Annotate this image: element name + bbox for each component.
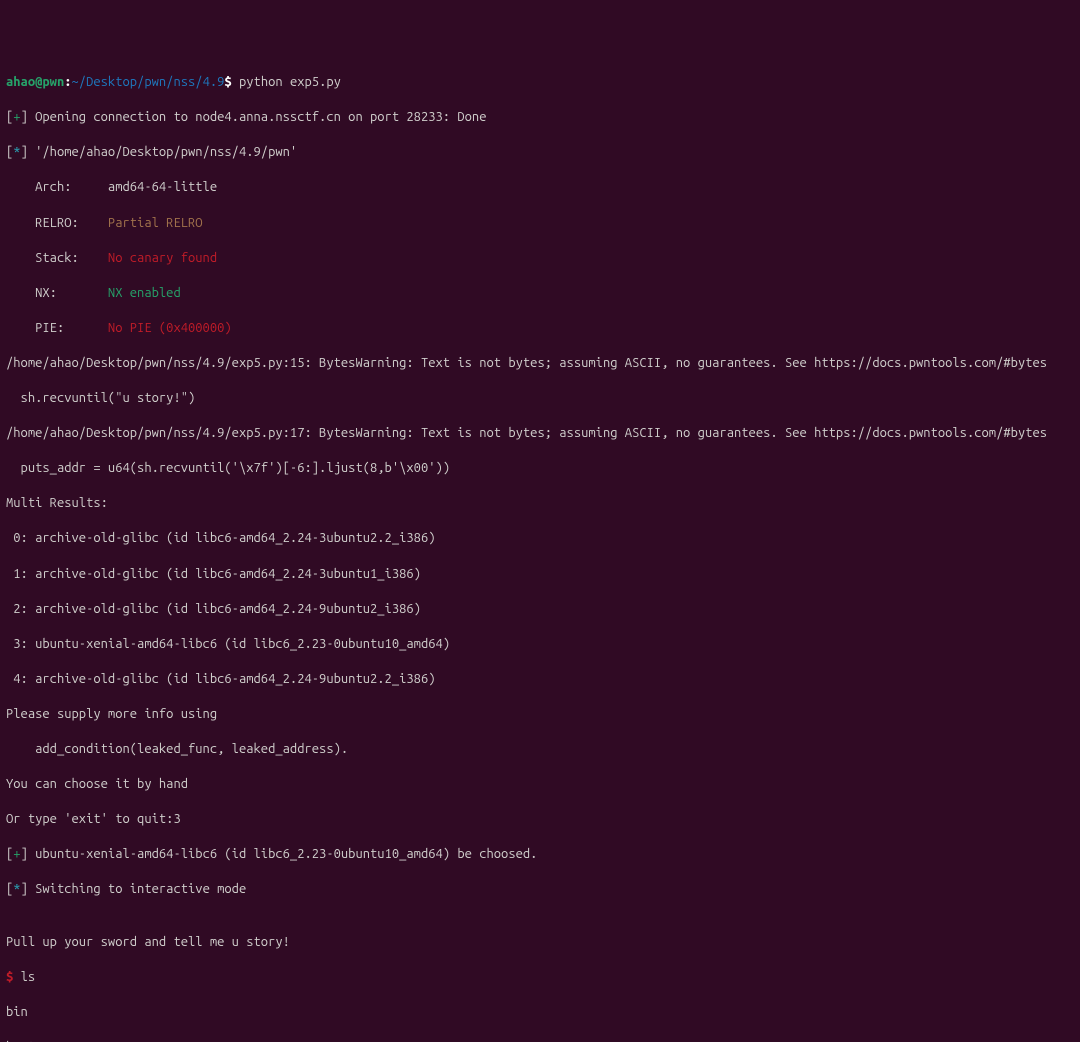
bracket-close: ] <box>21 882 36 896</box>
bracket-close: ] <box>21 847 36 861</box>
bytes-warning-1-code: sh.recvuntil("u story!") <box>6 390 1074 408</box>
plus-icon: + <box>13 847 20 861</box>
checksec-arch: Arch: amd64-64-little <box>6 179 1074 197</box>
shell-command: ls <box>21 970 36 984</box>
prompt-sep1: : <box>64 75 71 89</box>
star-icon: * <box>13 882 20 896</box>
choosed-line: [+] ubuntu-xenial-amd64-libc6 (id libc6_… <box>6 846 1074 864</box>
choosed-text: ubuntu-xenial-amd64-libc6 (id libc6_2.23… <box>35 847 537 861</box>
interactive-shell-line[interactable]: $ ls <box>6 969 1074 987</box>
bracket-open: [ <box>6 847 13 861</box>
result-row: 3: ubuntu-xenial-amd64-libc6 (id libc6_2… <box>6 636 1074 654</box>
ls-output-item: boot <box>6 1039 1074 1042</box>
bracket-close: ] <box>21 145 36 159</box>
multi-results-header: Multi Results: <box>6 495 1074 513</box>
bytes-warning-2-code: puts_addr = u64(sh.recvuntil('\x7f')[-6:… <box>6 460 1074 478</box>
switching-text: Switching to interactive mode <box>35 882 246 896</box>
arch-label: Arch: <box>6 180 108 194</box>
user-host: ahao@pwn <box>6 75 64 89</box>
stack-label: Stack: <box>6 251 108 265</box>
checksec-relro: RELRO: Partial RELRO <box>6 215 1074 233</box>
relro-label: RELRO: <box>6 216 108 230</box>
plus-icon: + <box>13 110 20 124</box>
bracket-open: [ <box>6 882 13 896</box>
pie-value: No PIE (0x400000) <box>108 321 232 335</box>
dollar-prompt: $ <box>6 970 13 984</box>
ls-output-item: bin <box>6 1004 1074 1022</box>
stack-value: No canary found <box>108 251 217 265</box>
binary-path: '/home/ahao/Desktop/pwn/nss/4.9/pwn' <box>35 145 297 159</box>
star-icon: * <box>13 145 20 159</box>
entered-command: python exp5.py <box>239 75 341 89</box>
supply-info-2: add_condition(leaked_func, leaked_addres… <box>6 741 1074 759</box>
switching-line: [*] Switching to interactive mode <box>6 881 1074 899</box>
story-prompt: Pull up your sword and tell me u story! <box>6 934 1074 952</box>
relro-value: Partial RELRO <box>108 216 203 230</box>
nx-value: NX enabled <box>108 286 181 300</box>
bytes-warning-2: /home/ahao/Desktop/pwn/nss/4.9/exp5.py:1… <box>6 425 1074 443</box>
shell-sep <box>13 970 20 984</box>
checksec-pie: PIE: No PIE (0x400000) <box>6 320 1074 338</box>
cwd-path: ~/Desktop/pwn/nss/4.9 <box>72 75 225 89</box>
binary-path-line: [*] '/home/ahao/Desktop/pwn/nss/4.9/pwn' <box>6 144 1074 162</box>
bytes-warning-1: /home/ahao/Desktop/pwn/nss/4.9/exp5.py:1… <box>6 355 1074 373</box>
connection-text: Opening connection to node4.anna.nssctf.… <box>35 110 486 124</box>
prompt-sep2: $ <box>224 75 239 89</box>
arch-value: amd64-64-little <box>108 180 217 194</box>
quit-hint: Or type 'exit' to quit:3 <box>6 811 1074 829</box>
choose-hint: You can choose it by hand <box>6 776 1074 794</box>
nx-label: NX: <box>6 286 108 300</box>
pie-label: PIE: <box>6 321 108 335</box>
supply-info-1: Please supply more info using <box>6 706 1074 724</box>
result-row: 1: archive-old-glibc (id libc6-amd64_2.2… <box>6 566 1074 584</box>
result-row: 2: archive-old-glibc (id libc6-amd64_2.2… <box>6 601 1074 619</box>
checksec-stack: Stack: No canary found <box>6 250 1074 268</box>
checksec-nx: NX: NX enabled <box>6 285 1074 303</box>
result-row: 4: archive-old-glibc (id libc6-amd64_2.2… <box>6 671 1074 689</box>
connection-line: [+] Opening connection to node4.anna.nss… <box>6 109 1074 127</box>
prompt-line[interactable]: ahao@pwn:~/Desktop/pwn/nss/4.9$ python e… <box>6 74 1074 92</box>
result-row: 0: archive-old-glibc (id libc6-amd64_2.2… <box>6 530 1074 548</box>
bracket-close: ] <box>21 110 36 124</box>
